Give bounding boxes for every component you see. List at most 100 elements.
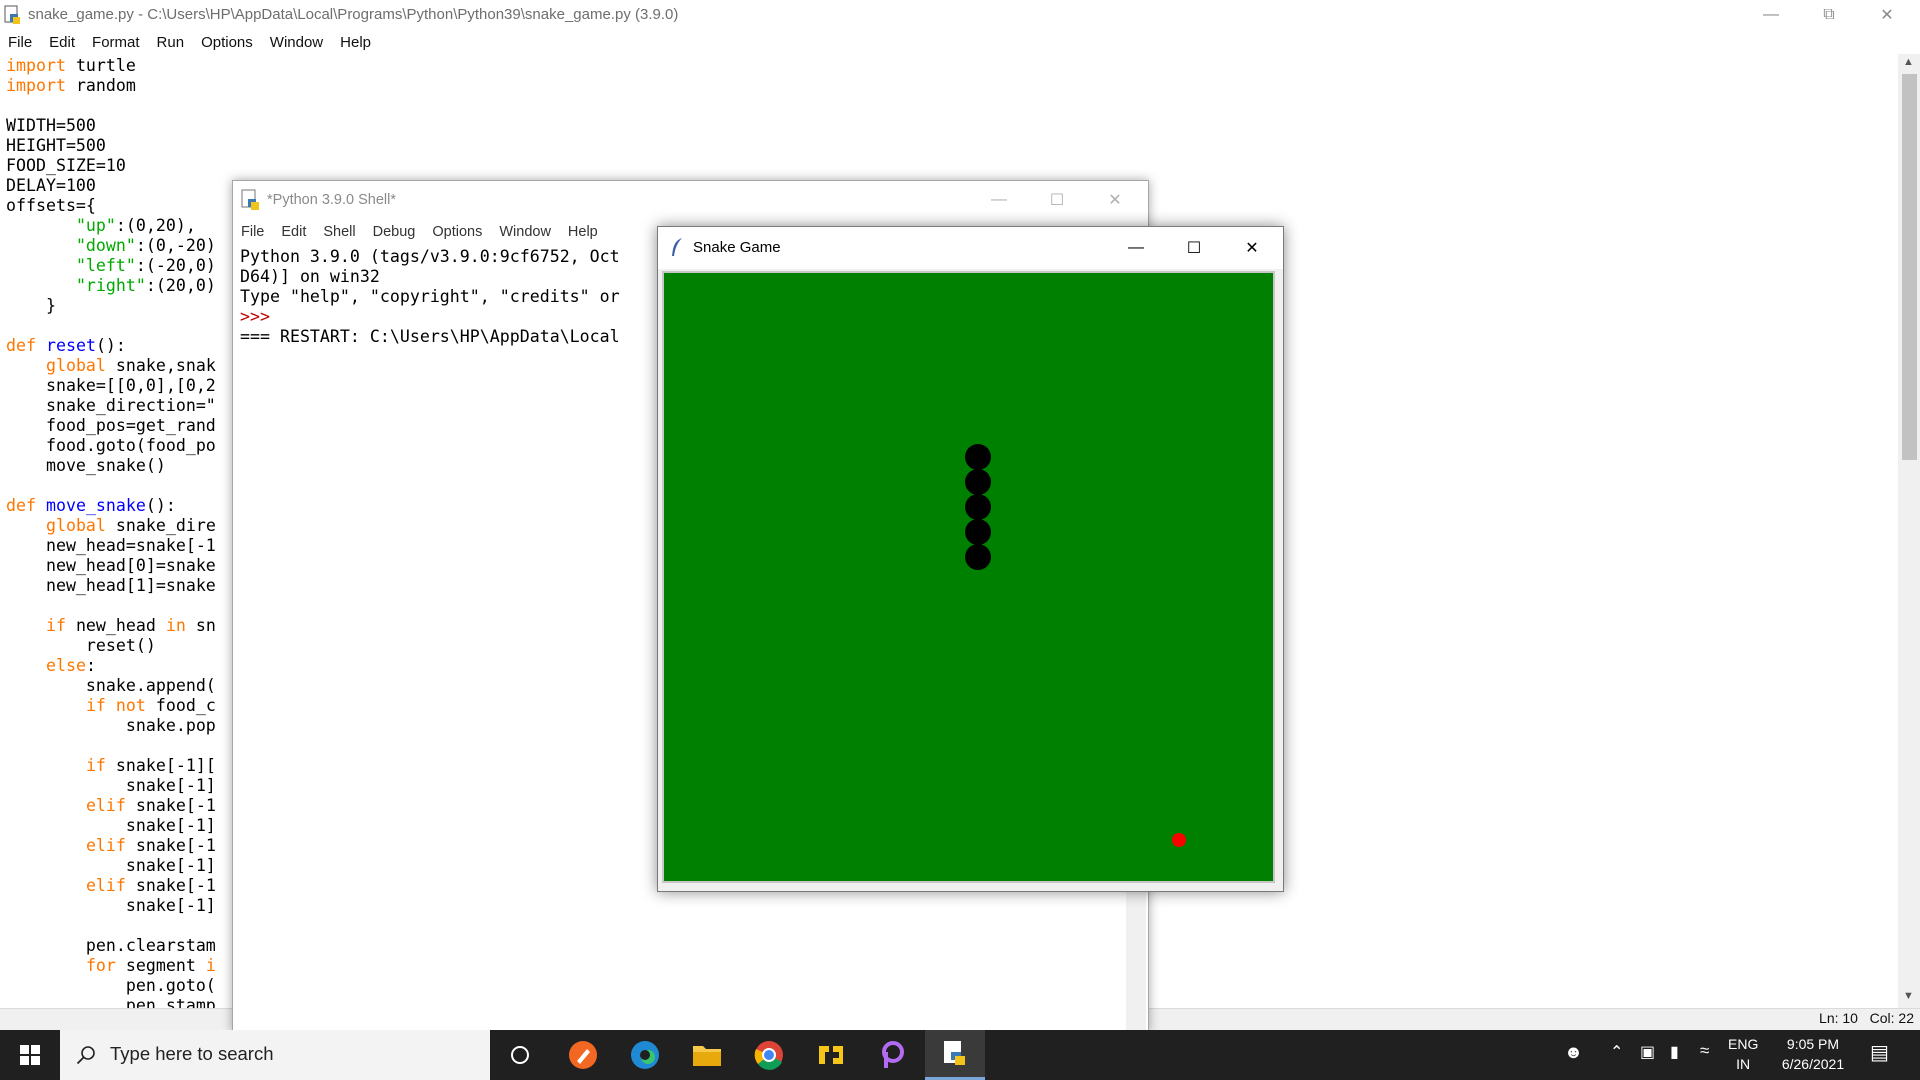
code-token: snake,snak	[105, 356, 216, 375]
code-token: pen.clearstam	[6, 936, 216, 955]
shell-menu-debug[interactable]: Debug	[365, 224, 425, 240]
code-line: "right":(20,0)	[6, 276, 216, 296]
chevron-up-icon[interactable]: ⌃	[1610, 1042, 1623, 1062]
code-editor[interactable]: import turtle import random WIDTH=500 HEIGH…	[6, 56, 216, 1016]
menu-options[interactable]: Options	[193, 34, 262, 51]
taskbar-app-picsart[interactable]	[863, 1030, 923, 1080]
menu-help[interactable]: Help	[332, 34, 380, 51]
picsart-icon	[882, 1041, 904, 1068]
shell-line: Python 3.9.0 (tags/v3.9.0:9cf6752, Oct	[240, 247, 620, 267]
feather-icon	[670, 237, 684, 262]
menu-edit[interactable]: Edit	[41, 34, 84, 51]
shell-maximize-button[interactable]: ☐	[1028, 185, 1086, 215]
code-token: snake_direction="	[6, 396, 216, 415]
code-token: sn	[185, 616, 216, 635]
close-icon: ✕	[1108, 192, 1122, 209]
task-view-button[interactable]	[490, 1030, 550, 1080]
taskbar-app-puzzle[interactable]	[801, 1030, 861, 1080]
taskbar-app-pencil[interactable]	[553, 1030, 613, 1080]
code-token: ():	[95, 336, 126, 355]
menu-window[interactable]: Window	[262, 34, 332, 51]
shell-menu-help[interactable]: Help	[560, 224, 607, 240]
code-line: snake_direction="	[6, 396, 216, 416]
code-token: move_snake	[45, 496, 146, 515]
menu-format[interactable]: Format	[84, 34, 149, 51]
taskbar-app-edge[interactable]	[615, 1030, 675, 1080]
shell-menu-options[interactable]: Options	[424, 224, 491, 240]
scrollbar-thumb[interactable]	[1902, 74, 1917, 460]
game-minimize-button[interactable]: —	[1107, 233, 1165, 263]
shell-line: === RESTART: C:\Users\HP\AppData\Local	[240, 327, 620, 347]
taskbar-app-chrome[interactable]	[739, 1030, 799, 1080]
code-line: global snake_dire	[6, 516, 216, 536]
code-line: move_snake()	[6, 456, 216, 476]
shell-token: Type "help", "copyright", "credits" or	[240, 287, 620, 306]
game-maximize-button[interactable]: ☐	[1165, 233, 1223, 263]
code-token: snake[-1][	[105, 756, 216, 775]
cortana-icon	[511, 1046, 529, 1064]
code-line: "up":(0,20),	[6, 216, 216, 236]
language-indicator[interactable]: ENG IN	[1728, 1034, 1758, 1074]
shell-minimize-button[interactable]: —	[970, 185, 1028, 215]
code-token: DELAY=100	[6, 176, 96, 195]
code-line: offsets={	[6, 196, 216, 216]
shell-close-button[interactable]: ✕	[1086, 185, 1144, 215]
defender-icon[interactable]: ▣	[1640, 1042, 1655, 1062]
code-token: in	[165, 616, 186, 635]
code-token: snake[-1]	[6, 816, 216, 835]
code-token: for	[85, 956, 116, 975]
code-line: elif snake[-1	[6, 796, 216, 816]
code-line: snake[-1]	[6, 896, 216, 916]
close-button[interactable]: ✕	[1858, 0, 1916, 30]
maximize-icon: ☐	[1186, 240, 1202, 257]
code-line: new_head[0]=snake	[6, 556, 216, 576]
shell-token: D64)] on win32	[240, 267, 380, 286]
snake-game-window: Snake Game — ☐ ✕	[657, 226, 1284, 892]
taskbar-app-idle-active[interactable]	[925, 1030, 985, 1080]
scroll-up-icon[interactable]: ▲	[1903, 56, 1914, 68]
shell-line: D64)] on win32	[240, 267, 620, 287]
code-token: :(-20,0)	[135, 256, 216, 275]
code-token: reset	[45, 336, 96, 355]
restore-button[interactable]: ⧉	[1800, 0, 1858, 30]
shell-menu-edit[interactable]: Edit	[273, 224, 315, 240]
snake-segment	[965, 544, 991, 570]
shell-menu-file[interactable]: File	[233, 224, 273, 240]
code-token: new_head	[65, 616, 166, 635]
shell-output[interactable]: Python 3.9.0 (tags/v3.9.0:9cf6752, Oct D6…	[240, 247, 620, 347]
scroll-down-icon[interactable]: ▼	[1903, 990, 1914, 1002]
code-token: snake.pop	[6, 716, 216, 735]
folder-icon	[693, 1046, 721, 1066]
shell-menu-window[interactable]: Window	[491, 224, 560, 240]
game-close-button[interactable]: ✕	[1223, 233, 1281, 263]
code-token: def	[6, 496, 36, 515]
food-dot	[1172, 833, 1186, 847]
shell-scrollbar[interactable]	[1126, 877, 1146, 1031]
code-token: snake=[[0,0],[0,2	[6, 376, 216, 395]
people-icon[interactable]: ☻	[1564, 1042, 1583, 1063]
menu-file[interactable]: File	[0, 34, 41, 51]
notifications-icon[interactable]: ▤	[1870, 1040, 1889, 1065]
game-canvas[interactable]	[662, 271, 1275, 883]
wifi-icon[interactable]: ≈	[1700, 1041, 1709, 1061]
code-token: food_pos=get_rand	[6, 416, 216, 435]
clock[interactable]: 9:05 PM 6/26/2021	[1768, 1034, 1858, 1074]
code-line: new_head[1]=snake	[6, 576, 216, 596]
menu-run[interactable]: Run	[149, 34, 194, 51]
battery-icon[interactable]: ▮	[1670, 1042, 1679, 1062]
minimize-button[interactable]: —	[1742, 0, 1800, 30]
region-code: IN	[1736, 1056, 1751, 1072]
taskbar-app-explorer[interactable]	[677, 1030, 737, 1080]
code-line: def move_snake():	[6, 496, 216, 516]
code-token: new_head[0]=snake	[6, 556, 216, 575]
start-button[interactable]	[0, 1030, 60, 1080]
shell-menu-shell[interactable]: Shell	[315, 224, 364, 240]
code-token: turtle	[65, 56, 136, 75]
